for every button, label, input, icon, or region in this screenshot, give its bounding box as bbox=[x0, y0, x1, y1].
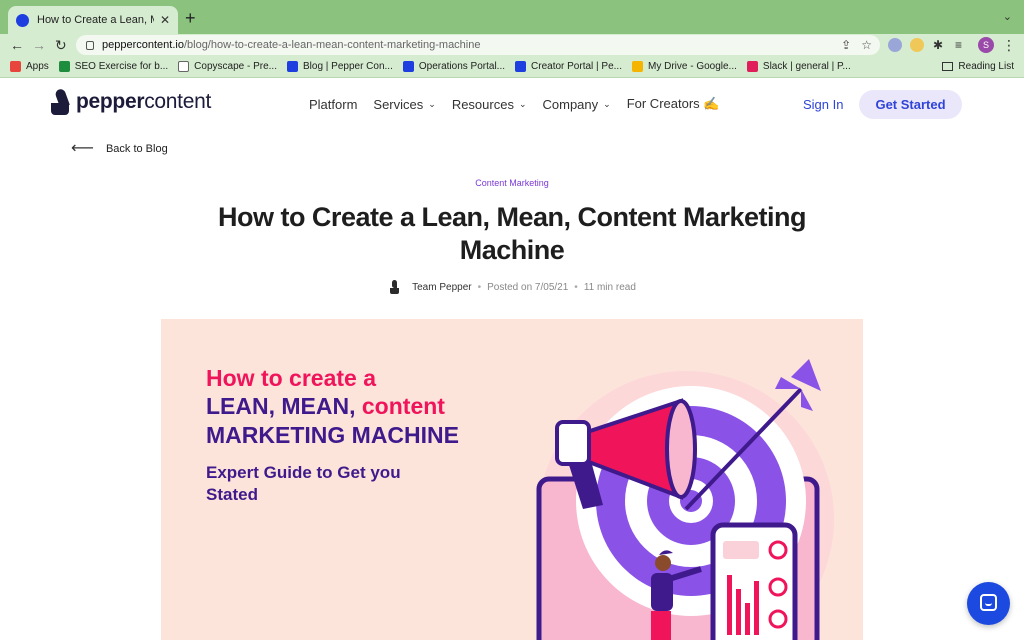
bookmark-label: Copyscape - Pre... bbox=[194, 61, 277, 72]
sign-in-link[interactable]: Sign In bbox=[803, 97, 843, 112]
bookmark-item[interactable]: Copyscape - Pre... bbox=[168, 61, 277, 72]
main-nav: Platform Services ⌄ Resources ⌄ Company ⌄ For C… bbox=[309, 96, 735, 112]
bookmark-item[interactable]: SEO Exercise for b... bbox=[49, 61, 168, 72]
url-host: peppercontent.io bbox=[102, 39, 184, 51]
page-title: How to Create a Lean, Mean, Content Mark… bbox=[217, 202, 807, 265]
new-tab-button[interactable]: + bbox=[185, 9, 196, 27]
hero-heading-line-3: MARKETING MACHINE bbox=[206, 422, 459, 448]
nav-item-for[interactable]: For Creators ✍️ bbox=[627, 96, 720, 112]
bookmark-label: Apps bbox=[26, 61, 49, 72]
back-arrow-icon[interactable]: ← bbox=[10, 36, 24, 54]
bookmark-label: SEO Exercise for b... bbox=[74, 61, 169, 72]
nav-item-label: Services bbox=[373, 96, 424, 112]
nav-item-label: Company bbox=[542, 96, 599, 112]
hero-subtitle: Expert Guide to Get you Stated bbox=[206, 463, 401, 504]
nav-item-platform[interactable]: Platform bbox=[309, 96, 357, 112]
nav-item-company[interactable]: Company ⌄ bbox=[543, 96, 611, 112]
browser-toolbar: ← → ↻ peppercontent.io/blog/how-to-creat… bbox=[0, 34, 1024, 56]
posted-date: Posted on 7/05/21 bbox=[487, 281, 569, 293]
tab-title: How to Create a Lean, Mean, C bbox=[37, 14, 154, 26]
drive-icon bbox=[631, 61, 643, 72]
puzzle-extensions-icon[interactable]: ✱ bbox=[933, 36, 943, 54]
share-icon[interactable]: ⇪ bbox=[841, 38, 851, 52]
nav-item-label: For Creators ✍️ bbox=[626, 96, 720, 111]
profile-avatar[interactable]: S bbox=[978, 37, 994, 53]
bookmark-label: Blog | Pepper Con... bbox=[302, 61, 393, 72]
chat-bubble-icon bbox=[980, 594, 997, 611]
nav-item-services[interactable]: Services ⌄ bbox=[373, 96, 435, 112]
bookmark-item[interactable]: Apps bbox=[0, 61, 49, 72]
pepper-icon bbox=[402, 61, 414, 72]
site-header: peppercontent Platform Services ⌄ Resources… bbox=[0, 79, 1024, 131]
article-meta: Team Pepper • Posted on 7/05/21 • 11 min… bbox=[0, 280, 1024, 294]
category-tag[interactable]: Content Marketing bbox=[0, 178, 1024, 188]
chevron-down-icon: ⌄ bbox=[428, 98, 436, 109]
pepper-logo-icon bbox=[50, 87, 70, 115]
chevron-down-icon: ⌄ bbox=[518, 98, 527, 109]
nav-item-label: Resources bbox=[451, 96, 514, 112]
bookmark-star-icon[interactable]: ☆ bbox=[861, 38, 872, 52]
media-control-icon[interactable]: ≡ bbox=[955, 36, 962, 54]
meta-separator: • bbox=[477, 281, 482, 293]
back-to-blog-link[interactable]: ⟵ Back to Blog bbox=[71, 140, 168, 157]
bookmark-label: Operations Portal... bbox=[418, 61, 506, 72]
extension-icon[interactable] bbox=[910, 38, 924, 52]
reading-list-button[interactable]: Reading List bbox=[942, 61, 1014, 72]
logo-wordmark: peppercontent bbox=[76, 90, 212, 113]
read-time: 11 min read bbox=[583, 281, 636, 293]
nav-item-resources[interactable]: Resources ⌄ bbox=[452, 96, 527, 112]
browser-tab-active[interactable]: How to Create a Lean, Mean, C ✕ bbox=[8, 6, 178, 34]
bookmark-item[interactable]: My Drive - Google... bbox=[622, 61, 737, 72]
reading-list-label: Reading List bbox=[958, 61, 1014, 72]
browser-menu-icon[interactable]: ⋮ bbox=[1002, 36, 1016, 54]
pepper-icon bbox=[286, 61, 298, 72]
forward-arrow-icon[interactable]: → bbox=[32, 36, 46, 54]
chat-launcher-button[interactable] bbox=[967, 582, 1010, 625]
address-bar[interactable]: peppercontent.io/blog/how-to-create-a-le… bbox=[76, 35, 880, 55]
hero-image: How to create a LEAN, MEAN, content MARK… bbox=[161, 319, 863, 640]
meta-separator: • bbox=[574, 281, 578, 293]
bookmark-label: Slack | general | P... bbox=[762, 61, 851, 72]
bookmark-item[interactable]: Blog | Pepper Con... bbox=[277, 61, 393, 72]
pepper-favicon-icon bbox=[16, 13, 29, 27]
slack-icon bbox=[746, 61, 758, 72]
tab-search-chevron-icon[interactable]: ⌄ bbox=[1003, 10, 1012, 23]
reload-icon[interactable]: ↻ bbox=[55, 36, 67, 54]
sheets-icon bbox=[58, 61, 70, 72]
left-arrow-icon: ⟵ bbox=[71, 140, 94, 157]
get-started-button[interactable]: Get Started bbox=[859, 90, 962, 119]
tab-close-icon[interactable]: ✕ bbox=[160, 13, 170, 27]
bookmark-label: My Drive - Google... bbox=[647, 61, 737, 72]
bookmark-label: Creator Portal | Pe... bbox=[531, 61, 622, 72]
url-path: /blog/how-to-create-a-lean-mean-content-… bbox=[183, 39, 481, 51]
lock-icon bbox=[86, 40, 94, 50]
bookmarks-bar: Apps SEO Exercise for b... Copyscape - Pre… bbox=[0, 56, 1024, 78]
hero-heading-line-2: LEAN, MEAN, content bbox=[206, 393, 445, 419]
bookmark-item[interactable]: Slack | general | P... bbox=[737, 61, 851, 72]
bookmark-item[interactable]: Creator Portal | Pe... bbox=[505, 61, 622, 72]
browser-tab-bar: How to Create a Lean, Mean, C ✕ + ⌄ bbox=[0, 0, 1024, 34]
hero-heading-line-1: How to create a bbox=[206, 365, 376, 391]
author-name[interactable]: Team Pepper bbox=[412, 282, 471, 293]
pepper-content-logo[interactable]: peppercontent bbox=[50, 87, 212, 115]
nav-item-label: Platform bbox=[309, 96, 358, 112]
bookmark-item[interactable]: Operations Portal... bbox=[393, 61, 505, 72]
copyscape-icon bbox=[178, 61, 190, 72]
extension-icon[interactable] bbox=[888, 38, 902, 52]
reading-list-icon bbox=[942, 62, 954, 71]
back-to-blog-label: Back to Blog bbox=[105, 143, 168, 155]
pepper-icon bbox=[515, 61, 527, 72]
apps-grid-icon bbox=[10, 61, 21, 72]
author-avatar bbox=[388, 280, 400, 294]
chevron-down-icon: ⌄ bbox=[603, 98, 611, 109]
